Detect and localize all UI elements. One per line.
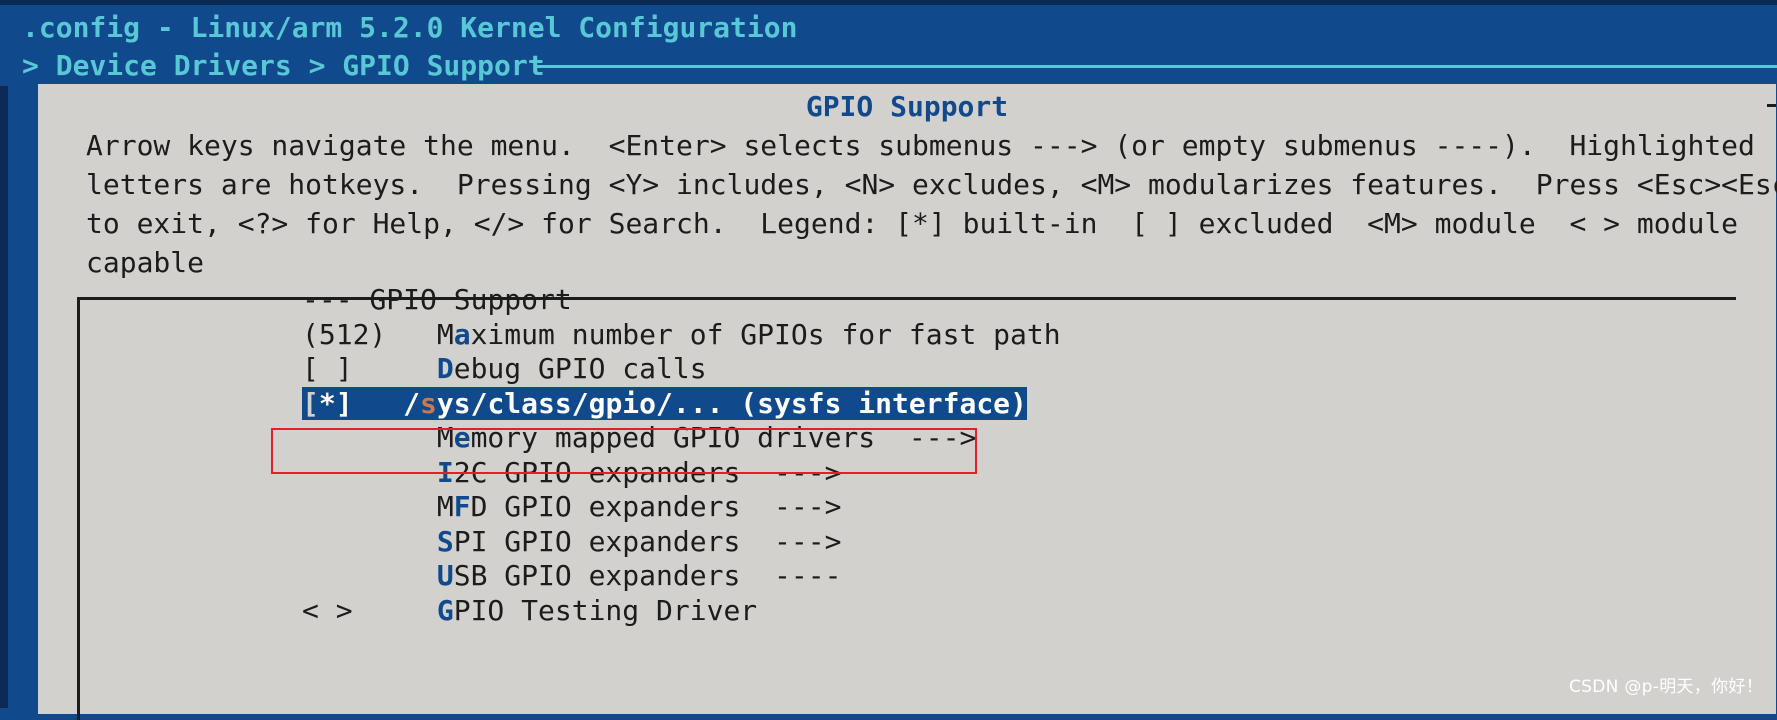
menu-item-hotkey: S [436, 524, 454, 558]
menu-item-state: (512) [302, 317, 437, 351]
menu-item[interactable]: < > GPIO Testing Driver [302, 593, 757, 629]
menu-item-hotkey: F [453, 490, 471, 523]
dialog-border-corner [1767, 104, 1776, 107]
menu-item[interactable]: SPI GPIO expanders ---> [302, 524, 842, 560]
menu-item-state: [ ] [302, 352, 437, 385]
menu-item-label: ebug GPIO calls [453, 352, 707, 385]
menu-item-state: *] [318, 386, 404, 420]
help-line: Arrow keys navigate the menu. <Enter> se… [86, 129, 1755, 162]
menu-item-state [302, 490, 437, 523]
watermark: CSDN @p-明天，你好！ [1569, 677, 1763, 697]
menu-item-state [302, 559, 437, 592]
selection-highlight-box [271, 428, 977, 474]
menu-item-label: ys/class/gpio/... (sysfs interface) [436, 386, 1027, 420]
menu-item-label: D GPIO expanders ---> [470, 490, 842, 523]
menu-item-label: ximum number of GPIOs for fast path [470, 317, 1061, 351]
menu-item-hotkey: a [453, 317, 471, 351]
menu-item-state: --- [302, 283, 370, 316]
menu-item-state: [ [302, 386, 319, 420]
menu-item-label: M [436, 317, 454, 351]
dialog-title: GPIO Support [805, 90, 1009, 123]
menu-item-label: PIO Testing Driver [453, 593, 758, 627]
help-line: letters are hotkeys. Pressing <Y> includ… [86, 168, 1777, 201]
menu-item-hotkey: U [436, 559, 454, 592]
menu-item-hotkey: s [420, 386, 437, 420]
dialog-shadow [0, 86, 8, 708]
help-line: capable [86, 246, 205, 279]
menu-item-hotkey: G [436, 593, 454, 627]
menu-item-selected[interactable]: [*] /sys/class/gpio/... (sysfs interface… [302, 386, 1027, 422]
breadcrumb-divider [534, 65, 1777, 68]
menu-item[interactable]: --- GPIO Support [302, 282, 572, 318]
menu-item-label: M [436, 490, 454, 523]
menu-item-label: PI GPIO expanders ---> [453, 524, 842, 558]
menu-item-highlight: [*] /sys/class/gpio/... (sysfs interface… [302, 386, 1027, 420]
menu-item-hotkey: D [436, 352, 454, 385]
menu-item[interactable]: [ ] Debug GPIO calls [302, 351, 707, 387]
menu-item[interactable]: USB GPIO expanders ---- [302, 558, 842, 594]
menu-item-state: < > [302, 593, 437, 627]
breadcrumb: > Device Drivers > GPIO Support [22, 49, 545, 82]
breadcrumb-row: > Device Drivers > GPIO Support [22, 46, 1777, 86]
menu-item[interactable]: (512) Maximum number of GPIOs for fast p… [302, 317, 1061, 353]
menu-item-label: / [403, 386, 421, 420]
menu-item-label: SB GPIO expanders ---- [453, 559, 842, 592]
menu-item-label: GPIO Support [369, 283, 572, 316]
menu-item-state [302, 525, 437, 558]
top-edge [0, 0, 1777, 5]
menu-item[interactable]: MFD GPIO expanders ---> [302, 489, 842, 525]
help-line: to exit, <?> for Help, </> for Search. L… [86, 207, 1739, 240]
window-title: .config - Linux/arm 5.2.0 Kernel Configu… [22, 11, 798, 44]
help-text: Arrow keys navigate the menu. <Enter> se… [86, 126, 1777, 282]
